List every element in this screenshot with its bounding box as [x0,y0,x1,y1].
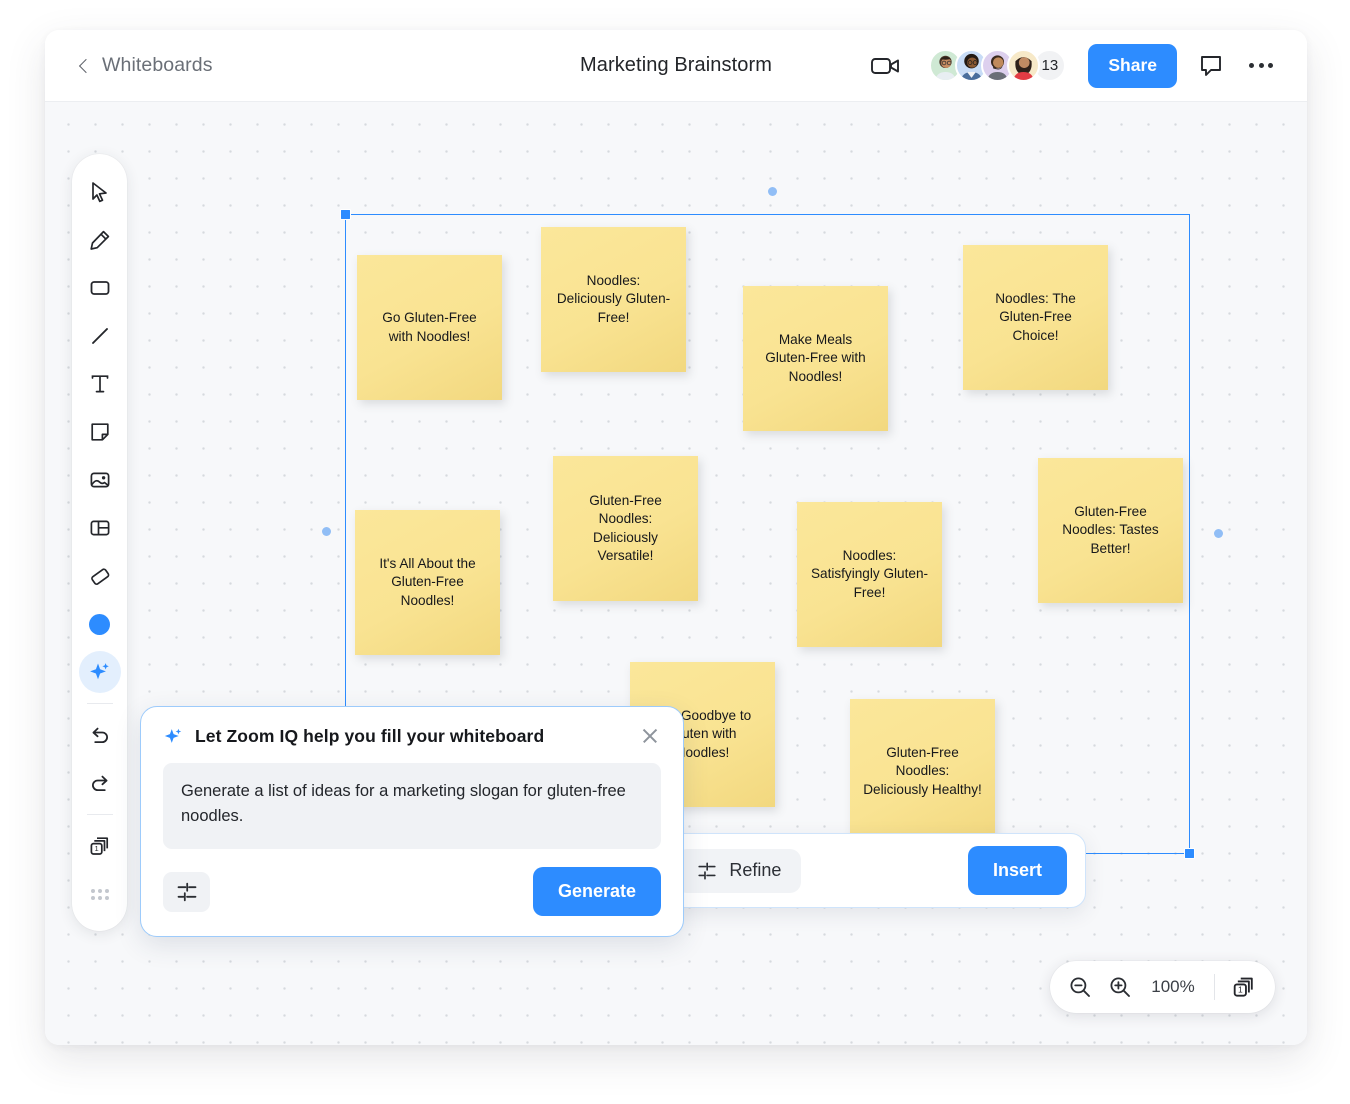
pages-icon: 1 [90,837,108,855]
tool-sticky-note[interactable] [79,411,121,453]
zoom-control: 100% 1 [1050,961,1275,1013]
prompt-settings-button[interactable] [163,871,210,912]
avatar[interactable] [1007,49,1041,82]
sticky-note[interactable]: Make Meals Gluten-Free with Noodles! [743,286,888,431]
close-icon[interactable] [639,725,661,747]
eraser-icon [90,568,109,585]
back-to-whiteboards-button[interactable]: Whiteboards [78,54,213,77]
whiteboard-canvas[interactable]: 1 Go Gluten-Free with Noodles! Noodles: D… [45,102,1307,1045]
magnifier-plus-icon [1110,977,1130,997]
tool-zoom-iq[interactable] [78,651,121,693]
svg-text:1: 1 [94,844,98,853]
sticky-note-icon [90,423,109,441]
template-icon [90,520,109,536]
tool-redo[interactable] [79,762,121,804]
selection-handle-bottom-right[interactable] [1184,848,1195,859]
sticky-note[interactable]: Noodles: The Gluten-Free Choice! [963,245,1108,390]
tool-pencil[interactable] [79,219,121,261]
prompt-input[interactable]: Generate a list of ideas for a marketing… [163,763,661,849]
sliders-icon [177,882,196,901]
app-header: Whiteboards Marketing Brainstorm 13 Shar… [45,30,1307,102]
drag-handle-icon [90,888,109,900]
collaborator-cursor-dot [322,527,331,536]
rectangle-icon [90,281,109,295]
refine-button[interactable]: Refine [676,848,802,893]
text-icon [91,375,108,393]
tool-rectangle[interactable] [79,267,121,309]
sticky-note[interactable]: Noodles: Deliciously Gluten-Free! [541,227,686,372]
image-icon [90,472,109,488]
magnifier-minus-icon [1070,977,1090,997]
zoom-control-divider [1214,974,1215,1000]
sparkle-ai-icon [89,663,109,680]
participant-avatars[interactable]: 13 [929,49,1067,82]
sticky-note[interactable]: Gluten-Free Noodles: Deliciously Healthy… [850,699,995,844]
zoom-out-button[interactable] [1068,975,1092,999]
tool-template[interactable] [79,507,121,549]
share-button[interactable]: Share [1088,43,1177,88]
header-actions: 13 Share [871,43,1273,88]
video-camera-icon[interactable] [871,55,901,77]
color-circle-icon [89,613,110,635]
undo-icon [92,727,108,743]
line-icon [91,328,108,344]
refine-label: Refine [729,860,782,880]
toolbar-drag-handle[interactable] [79,873,121,915]
toolbar-divider [86,814,113,815]
insert-button[interactable]: Insert [967,846,1067,895]
sticky-note[interactable]: Noodles: Satisfyingly Gluten-Free! [797,502,942,647]
pages-icon: 1 [1233,977,1253,997]
selection-handle-top-left[interactable] [340,209,351,220]
redo-icon [91,775,107,791]
zoom-iq-dialog-footer: Generate [163,867,661,916]
tool-undo[interactable] [79,714,121,756]
zoom-level-label[interactable]: 100% [1148,977,1198,997]
pages-button[interactable]: 1 [1231,974,1257,1000]
tool-image[interactable] [79,459,121,501]
pencil-icon [89,230,109,250]
collaborator-cursor-dot [1214,529,1223,538]
sticky-note[interactable]: Gluten-Free Noodles: Tastes Better! [1038,458,1183,603]
collaborator-cursor-dot [768,187,777,196]
whiteboard-app-window: Whiteboards Marketing Brainstorm 13 Shar… [45,30,1307,1045]
generate-button[interactable]: Generate [532,867,661,916]
zoom-iq-dialog: Let Zoom IQ help you fill your whiteboar… [140,706,684,937]
sticky-note[interactable]: Gluten-Free Noodles: Deliciously Versati… [553,456,698,601]
tool-pages[interactable]: 1 [79,825,121,867]
svg-text:1: 1 [1238,985,1243,995]
toolbar-divider [86,703,113,704]
sticky-note[interactable]: It's All About the Gluten-Free Noodles! [355,510,500,655]
zoom-iq-dialog-title: Let Zoom IQ help you fill your whiteboar… [195,725,545,746]
tool-eraser[interactable] [79,555,121,597]
back-label: Whiteboards [102,54,213,76]
chat-bubble-icon[interactable] [1199,54,1223,78]
sliders-icon [698,861,716,880]
zoom-in-button[interactable] [1108,975,1132,999]
more-horizontal-icon[interactable] [1249,63,1273,68]
tool-cursor-select[interactable] [79,171,121,213]
chevron-left-icon [78,58,94,73]
tools-toolbar: 1 [72,154,127,931]
zoom-iq-dialog-header: Let Zoom IQ help you fill your whiteboar… [163,725,661,747]
sparkle-ai-icon [164,728,182,743]
tool-color[interactable] [79,603,121,645]
tool-text[interactable] [79,363,121,405]
tool-line[interactable] [79,315,121,357]
cursor-select-icon [91,182,107,203]
sticky-note[interactable]: Go Gluten-Free with Noodles! [357,255,502,400]
